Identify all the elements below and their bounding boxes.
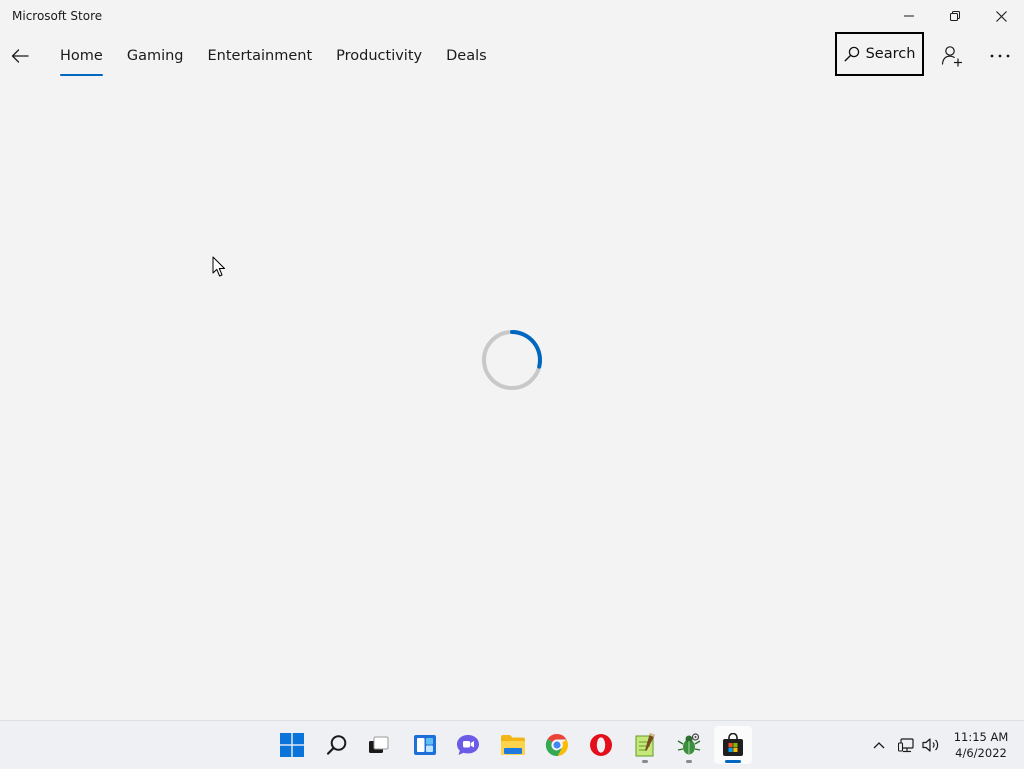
back-arrow-icon xyxy=(11,49,29,63)
notepad-plus-plus-icon xyxy=(635,733,655,757)
taskbar: 11:15 AM 4/6/2022 xyxy=(0,720,1024,768)
bug-app-icon xyxy=(677,733,701,755)
tab-deals[interactable]: Deals xyxy=(434,32,499,82)
clock-date: 4/6/2022 xyxy=(955,746,1007,760)
volume-button[interactable] xyxy=(919,721,943,769)
close-icon xyxy=(995,10,1007,22)
tab-entertainment[interactable]: Entertainment xyxy=(196,32,325,82)
teams-chat-icon xyxy=(457,735,479,755)
microsoft-store-icon xyxy=(723,733,743,756)
opera-icon xyxy=(590,734,612,756)
running-indicator xyxy=(686,760,692,763)
restore-icon xyxy=(950,11,960,21)
more-options-button[interactable] xyxy=(984,42,1016,70)
taskbar-bug-app-button[interactable] xyxy=(670,726,708,764)
widgets-icon xyxy=(414,735,436,755)
more-options-icon xyxy=(990,54,1010,58)
loading-spinner-icon xyxy=(482,330,542,390)
taskbar-widgets-button[interactable] xyxy=(406,726,444,764)
tab-productivity[interactable]: Productivity xyxy=(324,32,434,82)
mouse-pointer-icon xyxy=(212,256,225,277)
add-account-icon xyxy=(941,46,963,67)
nav-tabs: Home Gaming Entertainment Productivity D… xyxy=(48,32,499,82)
account-button[interactable] xyxy=(938,42,966,70)
taskbar-chrome-button[interactable] xyxy=(538,726,576,764)
running-indicator xyxy=(642,760,648,763)
taskbar-chat-button[interactable] xyxy=(449,726,487,764)
taskbar-start-button[interactable] xyxy=(273,726,311,764)
close-button[interactable] xyxy=(978,0,1024,32)
taskbar-clock[interactable]: 11:15 AM 4/6/2022 xyxy=(948,729,1014,761)
tab-home[interactable]: Home xyxy=(48,32,115,82)
taskbar-notepad-plus-plus-button[interactable] xyxy=(626,726,664,764)
taskbar-task-view-button[interactable] xyxy=(360,726,398,764)
network-icon xyxy=(898,738,914,753)
start-menu-icon xyxy=(280,733,304,757)
search-button-label: Search xyxy=(865,46,916,62)
task-view-icon xyxy=(369,736,389,753)
search-icon xyxy=(844,46,859,62)
show-hidden-icons-button[interactable] xyxy=(866,721,892,769)
taskbar-opera-button[interactable] xyxy=(582,726,620,764)
minimize-icon xyxy=(904,15,914,17)
chevron-up-icon xyxy=(873,742,885,749)
clock-time: 11:15 AM xyxy=(953,730,1009,744)
network-button[interactable] xyxy=(895,721,919,769)
app-title: Microsoft Store xyxy=(12,9,103,23)
taskbar-microsoft-store-button[interactable] xyxy=(714,726,752,764)
tab-gaming[interactable]: Gaming xyxy=(115,32,196,82)
store-content-area xyxy=(0,82,1024,720)
search-icon xyxy=(326,735,347,755)
restore-button[interactable] xyxy=(932,0,978,32)
search-button[interactable]: Search xyxy=(835,32,924,76)
file-explorer-icon xyxy=(501,735,525,755)
back-button[interactable] xyxy=(6,41,34,71)
active-app-indicator xyxy=(725,760,741,763)
taskbar-search-button[interactable] xyxy=(318,726,356,764)
title-bar: Microsoft Store xyxy=(0,0,1024,32)
chrome-icon xyxy=(545,733,568,757)
store-nav-bar: Home Gaming Entertainment Productivity D… xyxy=(0,32,1024,82)
minimize-button[interactable] xyxy=(886,0,932,32)
volume-icon xyxy=(922,738,939,752)
taskbar-file-explorer-button[interactable] xyxy=(494,726,532,764)
